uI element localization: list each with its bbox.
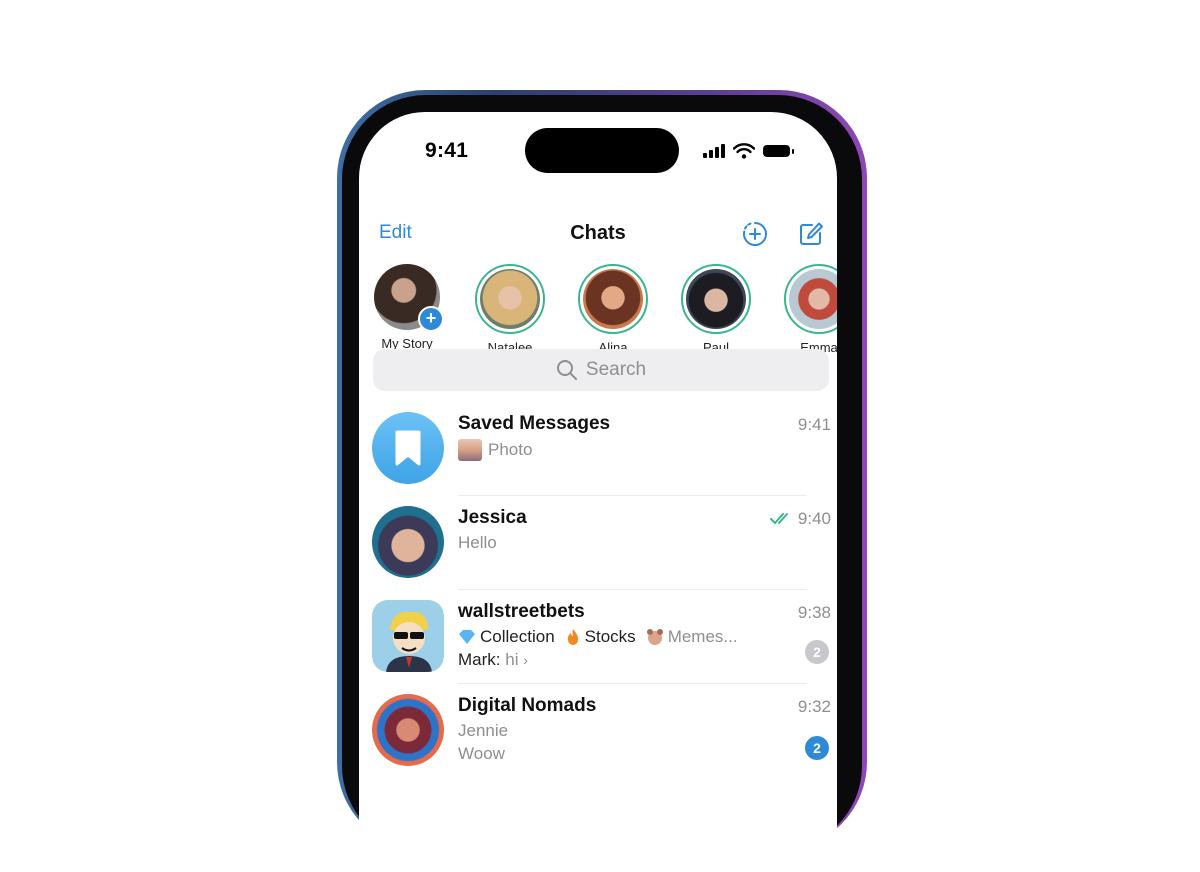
story-photo [686,269,746,329]
story-paul[interactable]: Paul [661,264,771,355]
phone-screen: 9:41 Edit Chats + My Story Natalee Alina… [359,112,837,872]
story-photo [480,269,540,329]
add-story-icon[interactable]: + [418,306,444,332]
chat-name: Saved Messages [458,413,611,434]
preview-text: Woow [458,744,505,763]
chat-row-saved-messages[interactable]: Saved Messages 9:41 Photo [359,402,837,496]
group-avatar [372,600,444,672]
cartoon-mascot-icon [386,611,432,672]
story-emma[interactable]: Emma [764,264,837,355]
story-photo [583,269,643,329]
chat-row-wallstreetbets[interactable]: wallstreetbets 9:38 Collection Stocks Me… [359,590,837,684]
chevron-right-icon: › [523,652,528,668]
wifi-icon [733,143,755,159]
contact-avatar [372,506,444,578]
status-icons [703,142,794,160]
chat-time: 9:38 [797,603,831,622]
dynamic-island [525,128,679,173]
topic-label: Memes... [667,627,738,646]
chat-name: Jessica [458,507,527,528]
photo-thumbnail-icon [458,439,482,461]
story-avatar [784,264,837,334]
search-input[interactable]: Search [373,349,829,391]
chat-preview: Photo [458,439,532,461]
phone-frame: 9:41 Edit Chats + My Story Natalee Alina… [337,90,867,872]
chat-preview: Hello [458,533,497,552]
read-checkmarks-icon [769,513,788,525]
unread-count-badge: 2 [805,640,829,664]
story-alina[interactable]: Alina [558,264,668,355]
preview-text: hi [505,650,519,669]
battery-icon [763,145,794,157]
story-photo [789,269,837,329]
chat-time: 9:32 [797,697,831,716]
nav-bar: Edit Chats [359,212,837,256]
bookmark-icon [395,430,421,466]
unread-count-badge: 2 [805,736,829,760]
compose-icon[interactable] [797,220,825,248]
chat-row-jessica[interactable]: Jessica 9:40 Hello [359,496,837,590]
story-my-story[interactable]: + My Story [359,264,462,351]
fire-icon [567,629,578,645]
stories-row: + My Story Natalee Alina Paul Emma [359,264,837,355]
cellular-signal-icon [703,144,725,158]
chat-time: 9:41 [797,415,831,434]
chat-time: 9:40 [769,509,831,529]
preview-text: Photo [488,440,533,459]
topics-preview: Collection Stocks Memes... [458,627,738,647]
search-placeholder: Search [585,359,647,380]
saved-messages-avatar [372,412,444,484]
search-icon [556,360,577,380]
story-avatar [681,264,751,334]
sender-name: Jennie [458,721,509,740]
story-avatar: + [374,264,444,332]
chat-row-digital-nomads[interactable]: Digital Nomads 9:32 Jennie Woow 2 [359,684,837,778]
topic-label: Collection [480,627,555,646]
topic-label: Stocks [584,627,636,646]
meme-icon [646,629,663,645]
chat-time-text: 9:40 [797,509,831,528]
last-message: Mark: hi › [458,650,528,670]
story-natalee[interactable]: Natalee [455,264,565,355]
chat-name: wallstreetbets [458,601,585,622]
chat-name: Digital Nomads [458,695,597,716]
sender-name: Mark: [458,650,501,669]
story-avatar [475,264,545,334]
new-story-icon[interactable] [741,220,769,248]
gem-icon [459,630,475,644]
story-avatar [578,264,648,334]
group-avatar [372,694,444,766]
status-time: 9:41 [425,139,469,162]
